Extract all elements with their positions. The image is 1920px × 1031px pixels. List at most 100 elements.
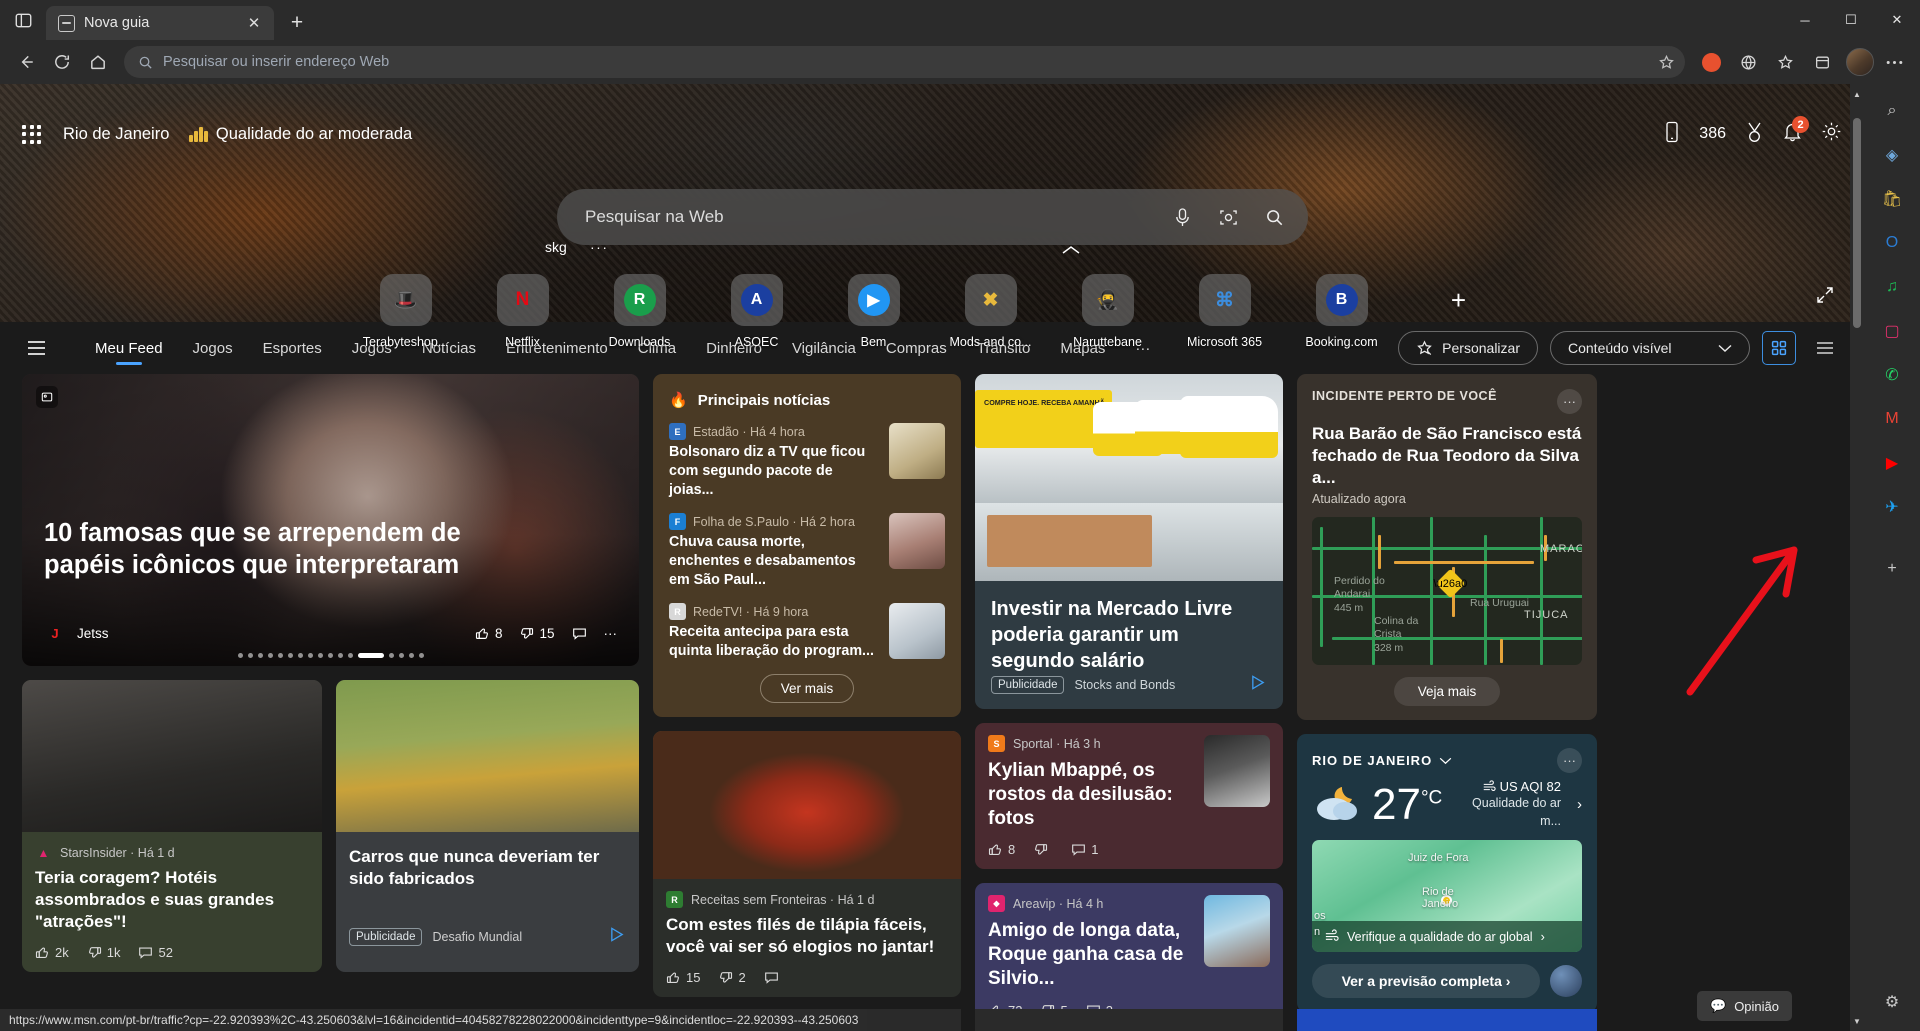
instagram-icon[interactable]: ▢	[1877, 316, 1907, 346]
outlook-icon[interactable]: O	[1877, 228, 1907, 258]
quick-link-7[interactable]: ⌘ Microsoft 365	[1179, 274, 1271, 349]
top-news-item-1[interactable]: F Folha de S.Paulo · Há 2 hora Chuva causa…	[669, 513, 945, 590]
carousel-dot[interactable]	[237, 653, 243, 658]
top-news-item-0[interactable]: E Estadão · Há 4 hora Bolsonaro diz a TV q…	[669, 423, 945, 500]
visual-search-icon[interactable]	[1214, 208, 1242, 227]
quick-link-8[interactable]: B Booking.com	[1296, 274, 1388, 349]
scrollbar-thumb[interactable]	[1853, 118, 1861, 328]
hero-air-quality[interactable]: Qualidade do ar moderada	[189, 125, 412, 144]
recipe-like-button[interactable]: 15	[666, 970, 700, 985]
weather-more-icon[interactable]: ···	[1557, 748, 1582, 774]
ad-choices-icon[interactable]	[609, 926, 626, 948]
hero-location-label[interactable]: Rio de Janeiro	[63, 125, 169, 144]
carousel-dots[interactable]	[237, 653, 424, 658]
favorites-icon[interactable]	[1805, 45, 1839, 79]
incident-see-more-button[interactable]: Veja mais	[1393, 677, 1501, 707]
back-icon[interactable]	[9, 45, 43, 79]
carousel-dot[interactable]	[418, 653, 424, 658]
carousel-dot[interactable]	[277, 653, 283, 658]
carousel-dot[interactable]	[297, 653, 303, 658]
home-icon[interactable]	[81, 45, 115, 79]
quick-link-3[interactable]: A ASOEC	[711, 274, 803, 349]
gmail-icon[interactable]: M	[1877, 404, 1907, 434]
shopping-icon[interactable]: 🛍	[1877, 184, 1907, 214]
carousel-dot[interactable]	[347, 653, 353, 658]
browser-tab[interactable]: Nova guia ✕	[46, 6, 274, 40]
extensions-icon[interactable]	[1731, 45, 1765, 79]
top-news-more-button[interactable]: Ver mais	[759, 674, 855, 703]
carousel-dot[interactable]	[357, 653, 384, 658]
hotels-card[interactable]: ▲ StarsInsider · Há 1 d Teria coragem? H…	[22, 680, 322, 973]
carousel-dot[interactable]	[337, 653, 343, 658]
weather-forecast-button[interactable]: Ver a previsão completa ›	[1312, 964, 1540, 999]
feedback-button[interactable]: 💬 Opinião	[1697, 991, 1792, 1021]
new-tab-button[interactable]: +	[280, 6, 314, 40]
rewards-medal-icon[interactable]	[1745, 121, 1764, 148]
carousel-dot[interactable]	[247, 653, 253, 658]
skg-more-icon[interactable]: ···	[590, 239, 609, 255]
weather-map[interactable]: Verifique a qualidade do ar global › Jui…	[1312, 840, 1582, 953]
copilot-icon[interactable]: ◈	[1877, 140, 1907, 170]
page-scrollbar[interactable]: ▲ ▼	[1850, 84, 1864, 1031]
whatsapp-icon[interactable]: ✆	[1877, 360, 1907, 390]
scroll-up-icon[interactable]: ▲	[1850, 86, 1864, 102]
hotels-comment-button[interactable]: 52	[138, 945, 173, 960]
carousel-dot[interactable]	[327, 653, 333, 658]
app-launcher-icon[interactable]	[22, 124, 41, 144]
hero-story-card[interactable]: 10 famosas que se arrependem de papéis i…	[22, 374, 639, 666]
quick-link-2[interactable]: R Downloads	[594, 274, 686, 349]
reload-icon[interactable]	[45, 45, 79, 79]
quick-link-1[interactable]: N Netflix	[477, 274, 569, 349]
close-tab-icon[interactable]: ✕	[242, 11, 266, 35]
carousel-dot[interactable]	[267, 653, 273, 658]
carousel-dot[interactable]	[287, 653, 293, 658]
weather-city-selector[interactable]: RIO DE JANEIRO	[1312, 753, 1557, 768]
recipe-card[interactable]: R Receitas sem Fronteiras · Há 1 d Com e…	[653, 731, 961, 998]
favorite-star-icon[interactable]	[1658, 54, 1675, 71]
carousel-dot[interactable]	[257, 653, 263, 658]
mbappe-like-button[interactable]: 8	[988, 842, 1015, 857]
comment-button[interactable]	[572, 626, 587, 641]
mobile-device-icon[interactable]	[1664, 121, 1680, 148]
quick-link-0[interactable]: 🎩 Terabyteshop...	[360, 274, 452, 349]
add-icon[interactable]: +	[1877, 554, 1907, 584]
profile-avatar[interactable]	[1846, 48, 1874, 76]
hero-collapse-chevron-icon[interactable]	[1062, 244, 1080, 259]
incident-map[interactable]: \u26a0 MARAC Perdido do Andarai 445 m TIJU…	[1312, 517, 1582, 666]
hero-story-more-icon[interactable]: ···	[604, 626, 618, 641]
skg-label[interactable]: skg	[545, 239, 567, 255]
address-bar[interactable]: Pesquisar ou inserir endereço Web	[124, 46, 1685, 78]
settings-icon[interactable]: ⚙	[1877, 987, 1907, 1017]
carousel-dot[interactable]	[307, 653, 313, 658]
close-window-icon[interactable]: ✕	[1874, 0, 1920, 40]
quick-link-6[interactable]: 🥷 Naruttebane	[1062, 274, 1154, 349]
search-submit-icon[interactable]	[1260, 208, 1288, 227]
mbappe-card[interactable]: S Sportal · Há 3 h Kylian Mbappé, os ros…	[975, 723, 1283, 870]
air-quality-global-link[interactable]: Verifique a qualidade do ar global ›	[1312, 921, 1582, 953]
incident-card[interactable]: INCIDENTE PERTO DE VOCÊ ··· Rua Barão de…	[1297, 374, 1597, 721]
carousel-dot[interactable]	[388, 653, 394, 658]
hotels-dislike-button[interactable]: 1k	[87, 945, 120, 960]
dislike-button[interactable]: 15	[519, 626, 555, 641]
weather-card[interactable]: RIO DE JANEIRO ··· 27°C US AQI 82 Qualid…	[1297, 734, 1597, 1013]
top-news-item-2[interactable]: R RedeTV! · Há 9 hora Receita antecipa par…	[669, 603, 945, 661]
split-screen-icon[interactable]	[1694, 45, 1728, 79]
recipe-comment-button[interactable]	[764, 970, 779, 985]
sidebar-toggle-button[interactable]	[0, 0, 46, 40]
minimize-icon[interactable]: ─	[1782, 0, 1828, 40]
notifications-bell-icon[interactable]: 2	[1783, 116, 1809, 147]
peek-card-4[interactable]	[1297, 1009, 1597, 1031]
settings-more-icon[interactable]	[1877, 45, 1911, 79]
quick-link-4[interactable]: ▶ Bem	[828, 274, 920, 349]
peek-card-3[interactable]	[975, 1009, 1283, 1031]
like-button[interactable]: 8	[475, 626, 502, 641]
hotels-like-button[interactable]: 2k	[35, 945, 69, 960]
roque-card[interactable]: ◆ Areavip · Há 4 h Amigo de longa data, …	[975, 883, 1283, 1030]
weather-globe-icon[interactable]	[1550, 965, 1582, 998]
web-search-bar[interactable]: Pesquisar na Web	[557, 189, 1308, 245]
recipe-dislike-button[interactable]: 2	[718, 970, 746, 985]
quick-link-5[interactable]: ✖ Mods and co...	[945, 274, 1037, 349]
cars-ad-card[interactable]: Carros que nunca deveriam ter sido fabri…	[336, 680, 639, 973]
carousel-dot[interactable]	[398, 653, 404, 658]
maximize-icon[interactable]: ☐	[1828, 0, 1874, 40]
